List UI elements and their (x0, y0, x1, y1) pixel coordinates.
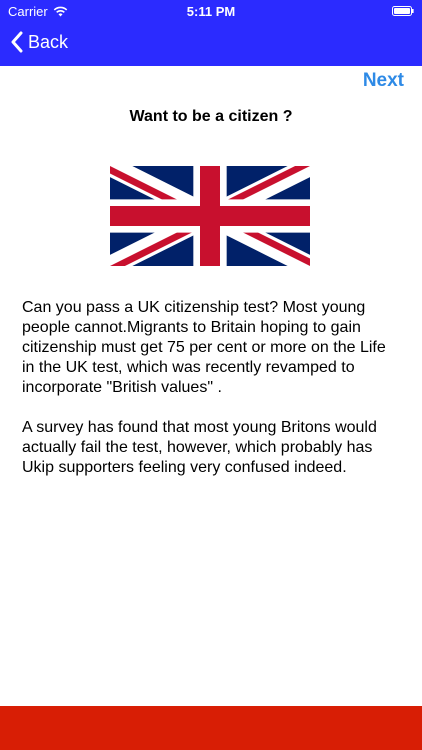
nav-bar: Back (0, 22, 422, 66)
union-jack-flag-icon (110, 166, 310, 266)
bottom-bar (0, 706, 422, 750)
paragraph-1: Can you pass a UK citizenship test? Most… (22, 299, 386, 396)
back-button[interactable]: Back (10, 31, 68, 53)
status-time: 5:11 PM (186, 4, 236, 19)
header: Carrier 5:11 PM Back (0, 0, 422, 66)
screen: Carrier 5:11 PM Back Next Want to be a c… (0, 0, 422, 750)
back-button-label: Back (28, 31, 69, 52)
status-bar: Carrier 5:11 PM (0, 0, 422, 22)
page-title: Want to be a citizen ? (129, 108, 293, 125)
battery-icon (392, 6, 414, 16)
paragraph-2: A survey has found that most young Brito… (22, 419, 377, 476)
next-button[interactable]: Next (363, 70, 404, 92)
chevron-left-icon (11, 31, 23, 53)
